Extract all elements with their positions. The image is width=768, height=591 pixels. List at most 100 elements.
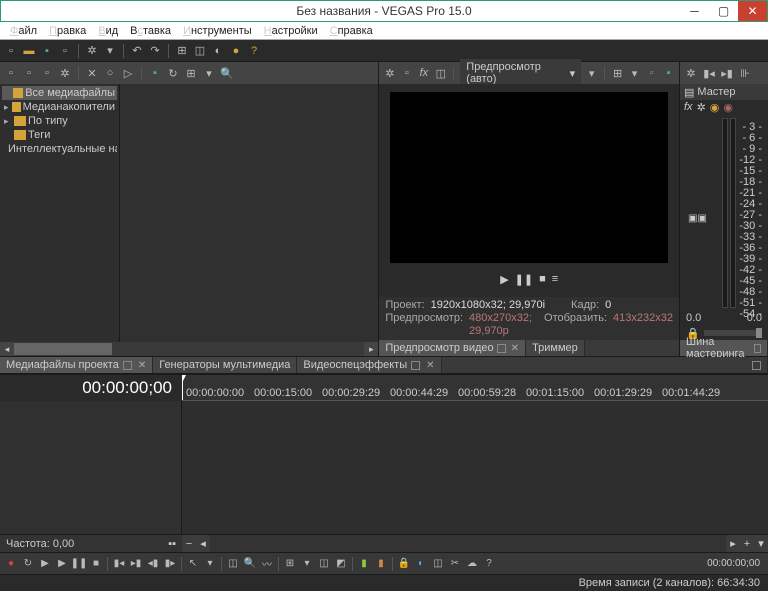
- timecode-display[interactable]: 00:00:00;00: [0, 375, 182, 401]
- dropdown-icon[interactable]: ▾: [103, 44, 117, 58]
- go-end-button[interactable]: ▸▮: [129, 557, 143, 571]
- dropdown-icon[interactable]: ▾: [585, 66, 598, 80]
- help-icon[interactable]: ?: [247, 44, 261, 58]
- close-button[interactable]: ✕: [738, 1, 767, 21]
- redo-icon[interactable]: ↷: [148, 44, 162, 58]
- gear-icon[interactable]: ✲: [697, 101, 706, 114]
- mixer-icon[interactable]: ⊪: [738, 66, 752, 80]
- selection-edit-button[interactable]: ◫: [226, 557, 240, 571]
- quality-dropdown[interactable]: Предпросмотр (авто)▾: [460, 59, 581, 87]
- ripple-icon[interactable]: ◫: [193, 44, 207, 58]
- quantize-button[interactable]: ◫: [317, 557, 331, 571]
- scroll-track[interactable]: [14, 342, 364, 356]
- horizontal-scrollbar[interactable]: ◂ ▸: [0, 342, 378, 356]
- overlays-icon[interactable]: ⊞: [611, 66, 624, 80]
- ignore-grouping-button[interactable]: ◫: [431, 557, 445, 571]
- menu-insert[interactable]: Вставка: [124, 23, 177, 39]
- dim-slider[interactable]: [704, 330, 762, 336]
- track-area[interactable]: [182, 401, 768, 534]
- split-button[interactable]: ✂: [448, 557, 462, 571]
- scroll-right-button[interactable]: ▸: [726, 535, 740, 552]
- marker-button[interactable]: ▮: [357, 557, 371, 571]
- snap-icon[interactable]: ⊞: [175, 44, 189, 58]
- properties-icon[interactable]: ✲: [85, 44, 99, 58]
- tab-media-generators[interactable]: Генераторы мультимедиа: [153, 357, 297, 373]
- maximize-button[interactable]: ▢: [709, 1, 738, 21]
- mute-icon[interactable]: ◉: [723, 101, 733, 114]
- scroll-left-button[interactable]: ◂: [0, 342, 14, 356]
- tree-item-devices[interactable]: ▸Медианакопители: [2, 100, 117, 114]
- link-icon[interactable]: ▣▣: [688, 213, 707, 224]
- minimize-button[interactable]: ─: [680, 1, 709, 21]
- menu-edit[interactable]: Правка: [43, 23, 92, 39]
- lock-envelopes-button[interactable]: 🔒: [397, 557, 411, 571]
- dropdown-icon[interactable]: ▾: [203, 557, 217, 571]
- prev-icon[interactable]: ▮◂: [702, 66, 716, 80]
- pause-button[interactable]: ❚❚: [72, 557, 86, 571]
- save-icon[interactable]: ▪: [40, 44, 54, 58]
- import-icon[interactable]: ▫: [4, 66, 18, 80]
- close-icon[interactable]: ✕: [511, 343, 519, 354]
- zoom-out-button[interactable]: −: [182, 535, 196, 552]
- region-button[interactable]: ▮: [374, 557, 388, 571]
- dropdown-icon[interactable]: ▾: [202, 66, 216, 80]
- external-icon[interactable]: ▫: [400, 66, 413, 80]
- upload-button[interactable]: ☁: [465, 557, 479, 571]
- fx-icon[interactable]: fx: [684, 101, 693, 113]
- go-start-button[interactable]: ▮◂: [112, 557, 126, 571]
- copy-icon[interactable]: ▫: [645, 66, 658, 80]
- stop-button[interactable]: ■: [539, 273, 546, 285]
- tab-video-fx[interactable]: Видеоспецэффекты✕: [297, 357, 441, 373]
- properties-icon[interactable]: ✲: [383, 66, 396, 80]
- auto-icon[interactable]: ◉: [710, 101, 720, 114]
- play-icon[interactable]: ▷: [121, 66, 135, 80]
- help-icon[interactable]: ?: [482, 557, 496, 571]
- properties-icon[interactable]: ✲: [684, 66, 698, 80]
- lock-icon[interactable]: ●: [229, 44, 243, 58]
- render-icon[interactable]: ▫: [58, 44, 72, 58]
- fx-icon[interactable]: fx: [417, 66, 430, 80]
- play-button[interactable]: ▶: [55, 557, 69, 571]
- snap-button[interactable]: ⊞: [283, 557, 297, 571]
- auto-ripple-button[interactable]: ◩: [334, 557, 348, 571]
- tab-trimmer[interactable]: Триммер: [526, 340, 585, 356]
- loop-button[interactable]: ↻: [21, 557, 35, 571]
- autofade-icon[interactable]: ◐: [211, 44, 225, 58]
- loop-icon[interactable]: ○: [103, 66, 117, 80]
- scroll-right-button[interactable]: ▸: [364, 342, 378, 356]
- scroll-track[interactable]: [210, 535, 726, 552]
- stop-icon[interactable]: ✕: [85, 66, 99, 80]
- prev-frame-button[interactable]: ◂▮: [146, 557, 160, 571]
- tab-project-media[interactable]: Медиафайлы проекта✕: [0, 357, 153, 373]
- envelope-edit-button[interactable]: 〰: [260, 557, 274, 571]
- new-icon[interactable]: ▫: [4, 44, 18, 58]
- menu-tools[interactable]: Инструменты: [177, 23, 258, 39]
- timeline-scrollbar[interactable]: − ◂ ▸ + ▾: [182, 535, 768, 552]
- record-button[interactable]: ●: [4, 557, 18, 571]
- menu-view[interactable]: Вид: [92, 23, 124, 39]
- next-icon[interactable]: ▸▮: [720, 66, 734, 80]
- get-media-icon[interactable]: ▫: [40, 66, 54, 80]
- next-frame-button[interactable]: ▮▸: [163, 557, 177, 571]
- menu-options[interactable]: Настройки: [258, 23, 324, 39]
- search-icon[interactable]: 🔍: [220, 66, 234, 80]
- auto-crossfade-button[interactable]: ◐: [414, 557, 428, 571]
- window-icon[interactable]: [752, 361, 761, 370]
- save-snapshot-icon[interactable]: ▪: [662, 66, 675, 80]
- tree-item-smart[interactable]: Интеллектуальные нак: [2, 142, 117, 156]
- scroll-left-button[interactable]: ◂: [196, 535, 210, 552]
- timeline-ruler[interactable]: 00:00:00:00 00:00:15:00 00:00:29:29 00:0…: [182, 375, 768, 401]
- tab-video-preview[interactable]: Предпросмотр видео✕: [379, 340, 526, 356]
- dropdown-icon[interactable]: ▾: [628, 66, 641, 80]
- views-icon[interactable]: ⊞: [184, 66, 198, 80]
- menu-help[interactable]: Справка: [324, 23, 379, 39]
- zoom-edit-button[interactable]: 🔍: [243, 557, 257, 571]
- close-icon[interactable]: ✕: [138, 360, 146, 371]
- tab-master-bus[interactable]: Шина мастеринга: [680, 340, 768, 356]
- normal-edit-button[interactable]: ↖: [186, 557, 200, 571]
- open-icon[interactable]: ▬: [22, 44, 36, 58]
- tree-item-all-media[interactable]: Все медиафайлы: [2, 86, 117, 100]
- tree-item-by-type[interactable]: ▸По типу: [2, 114, 117, 128]
- menu-icon[interactable]: ≡: [552, 273, 558, 285]
- tree-item-tags[interactable]: Теги: [2, 128, 117, 142]
